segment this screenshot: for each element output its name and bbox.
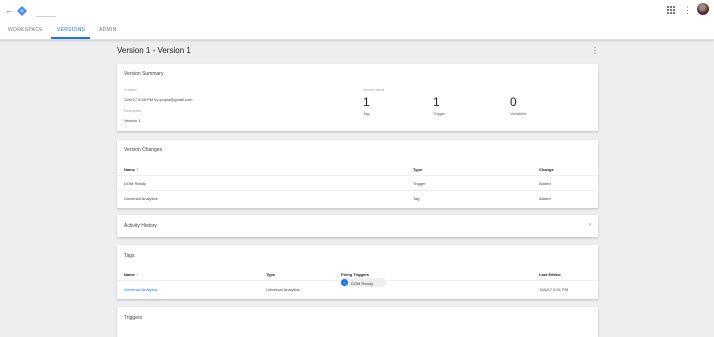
type-column-header: Type [266, 272, 276, 277]
card-title: Activity History [124, 223, 157, 229]
tag-count-label: Tag [363, 111, 370, 116]
arrow-back-icon[interactable]: ← [5, 6, 14, 15]
type-column-header: Type [413, 167, 423, 172]
change-type: Tag [413, 196, 420, 201]
version-items-label: Version Items [363, 88, 385, 92]
change-status: Added [539, 181, 551, 186]
firing-triggers-column-header: Firing Triggers [341, 272, 370, 277]
trigger-count-label: Trigger [433, 111, 446, 116]
created-value: 11/6/17 6:56 PM by ipupla@gmail.com [124, 97, 193, 102]
description-value: Version 1 [124, 118, 141, 123]
version-summary-card: Version Summary Created 11/6/17 6:56 PM … [117, 64, 598, 131]
change-type: Trigger [413, 181, 426, 186]
version-changes-card: Version Changes Name ↑ Type Change DOM R… [117, 140, 598, 208]
chevron-right-icon[interactable]: › [589, 222, 591, 228]
created-label: Created [124, 88, 137, 92]
tag-count: 1 [363, 95, 370, 109]
card-title: Triggers [124, 315, 143, 321]
card-title: Tags [124, 253, 135, 259]
more-vert-icon[interactable]: ⋮ [591, 46, 599, 55]
name-column-header[interactable]: Name ↑ [124, 167, 138, 172]
last-edited-value: 11/6/17 6:51 PM [539, 287, 569, 292]
description-label: Description [124, 109, 142, 113]
activity-history-card[interactable]: Activity History › [117, 215, 598, 237]
tab-workspace[interactable]: WORKSPACE [8, 27, 43, 33]
trigger-chip-label: DOM Ready [351, 280, 374, 286]
account-selector[interactable] [36, 16, 56, 17]
trigger-chip[interactable]: ○ DOM Ready [340, 278, 386, 287]
page-title: Version 1 - Version 1 [117, 46, 191, 55]
more-vert-icon[interactable]: ⋮ [683, 5, 692, 15]
active-tab-indicator [51, 37, 90, 39]
change-column-header: Change [539, 167, 554, 172]
change-name[interactable]: DOM Ready [124, 181, 146, 186]
top-app-bar: ← ⋮ [0, 0, 714, 22]
change-status: Added [539, 196, 551, 201]
change-name[interactable]: Universal Analytics [124, 196, 158, 201]
card-title: Version Changes [124, 147, 163, 153]
row-divider [117, 175, 598, 176]
tag-manager-logo-icon[interactable] [17, 6, 27, 16]
variables-count: 0 [510, 95, 517, 109]
tab-bar: WORKSPACE VERSIONS ADMIN [0, 22, 714, 40]
trigger-icon: ○ [341, 279, 348, 286]
tag-type: Universal Analytics [266, 287, 300, 292]
tags-card: Tags Name ↑ Type Firing Triggers Last Ed… [117, 245, 598, 299]
last-edited-column-header: Last Edited [539, 272, 561, 277]
tag-name-link[interactable]: Universal Analytics [124, 287, 158, 292]
card-title: Version Summary [124, 71, 164, 77]
name-column-header[interactable]: Name ↑ [124, 272, 138, 277]
trigger-count: 1 [433, 95, 440, 109]
triggers-card: Triggers [117, 307, 598, 337]
variables-count-label: Variables [510, 111, 527, 116]
avatar[interactable] [697, 3, 709, 15]
tab-versions[interactable]: VERSIONS [57, 27, 85, 33]
row-divider [117, 190, 598, 191]
apps-grid-icon[interactable] [667, 6, 675, 14]
tab-admin[interactable]: ADMIN [99, 27, 117, 33]
